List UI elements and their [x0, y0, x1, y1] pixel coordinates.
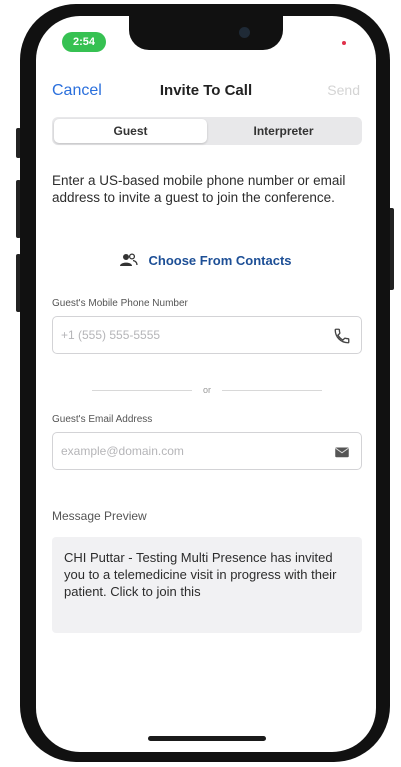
choose-from-contacts-label: Choose From Contacts: [148, 252, 292, 268]
choose-from-contacts-button[interactable]: Choose From Contacts: [36, 250, 376, 270]
email-field-label: Guest's Email Address: [52, 414, 153, 425]
email-input[interactable]: [53, 433, 323, 469]
or-label: or: [202, 385, 211, 395]
or-divider: or: [92, 384, 322, 398]
status-time-pill: 2:54: [62, 32, 106, 52]
notch: [129, 16, 283, 50]
send-button[interactable]: Send: [327, 82, 360, 98]
phone-icon[interactable]: [333, 327, 351, 345]
mail-icon[interactable]: [333, 443, 351, 461]
phone-field-label: Guest's Mobile Phone Number: [52, 298, 188, 309]
phone-number-input[interactable]: [53, 317, 323, 353]
contacts-icon: [120, 253, 139, 266]
camera-icon: [239, 27, 250, 38]
tab-interpreter[interactable]: Interpreter: [207, 119, 360, 143]
page-title: Invite To Call: [159, 82, 253, 99]
invite-type-segmented-control: Guest Interpreter: [52, 117, 362, 145]
instructions-text: Enter a US-based mobile phone number or …: [52, 173, 346, 205]
navigation-bar: Cancel Invite To Call Send: [36, 78, 376, 106]
home-indicator[interactable]: [148, 736, 266, 741]
email-input-container: [52, 432, 362, 470]
app-screen: 2:54 Cancel Invite To Call Send Guest In…: [36, 16, 376, 752]
recording-indicator-icon: [342, 41, 346, 45]
tab-guest[interactable]: Guest: [54, 119, 207, 143]
message-preview-text: CHI Puttar - Testing Multi Presence has …: [52, 537, 362, 633]
message-preview-label: Message Preview: [52, 509, 147, 523]
phone-input-container: [52, 316, 362, 354]
